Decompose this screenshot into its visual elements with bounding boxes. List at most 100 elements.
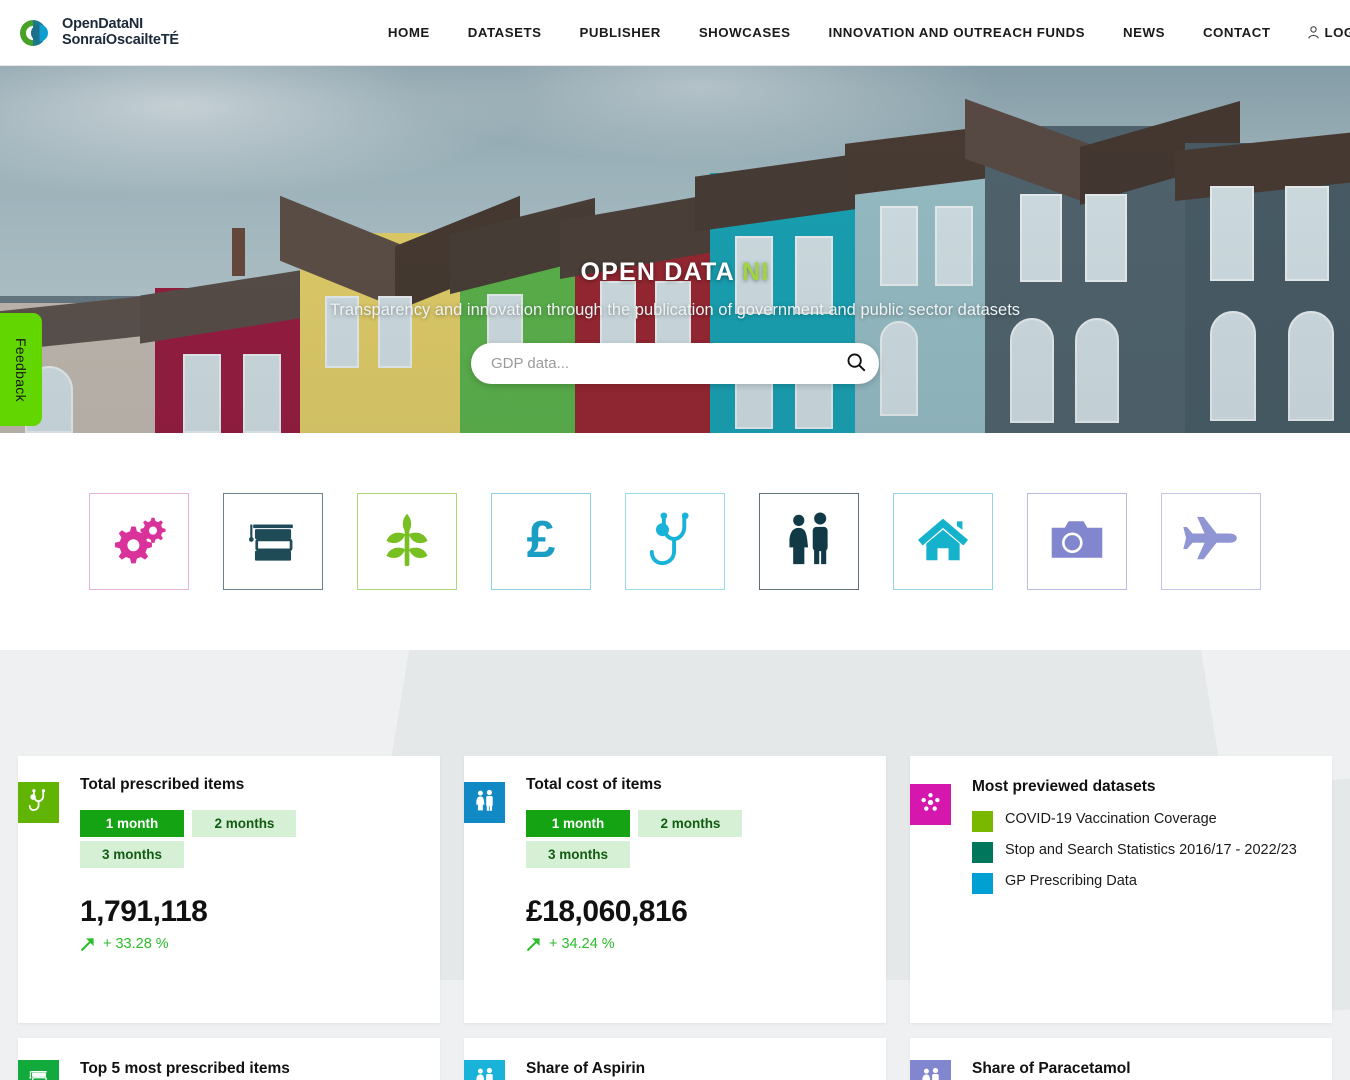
card-title: Top 5 most prescribed items [80, 1060, 290, 1077]
card-metric-delta: + 34.24 % [526, 936, 886, 952]
dashboard-section: Total prescribed items 1 month 2 months … [0, 650, 1350, 1080]
card-title: Most previewed datasets [972, 778, 1156, 795]
nav-showcases[interactable]: SHOWCASES [680, 25, 810, 40]
category-transport[interactable] [1161, 493, 1261, 590]
legend-label: COVID-19 Vaccination Coverage [1005, 811, 1217, 827]
chip-1-month[interactable]: 1 month [80, 810, 184, 837]
category-health[interactable] [625, 493, 725, 590]
card-badge-people [464, 782, 505, 823]
legend-item[interactable]: GP Prescribing Data [972, 872, 1332, 894]
nav-contact[interactable]: CONTACT [1184, 25, 1290, 40]
pound-icon: £ [519, 510, 563, 571]
category-housing[interactable] [893, 493, 993, 590]
nav-login[interactable]: LOGIN [1289, 25, 1350, 40]
hero-banner: OPEN DATA NI Transparency and innovation… [0, 66, 1350, 433]
search-input[interactable] [471, 354, 833, 372]
chip-3-months[interactable]: 3 months [526, 841, 630, 868]
nav-news[interactable]: NEWS [1104, 25, 1184, 40]
logo-line-2: SonraíOscailteTÉ [62, 31, 179, 48]
category-environment[interactable] [357, 493, 457, 590]
hero-title-accent: NI [742, 258, 770, 286]
card-title: Share of Paracetamol [972, 1060, 1131, 1077]
opendatani-logo-icon [18, 16, 54, 50]
feedback-tab-label: Feedback [13, 337, 29, 402]
card-share-of-aspirin: Share of Aspirin [464, 1038, 886, 1080]
legend-swatch [972, 842, 993, 863]
card-badge-stethoscope [18, 782, 59, 823]
dashboard-row-1: Total prescribed items 1 month 2 months … [18, 756, 1332, 1023]
period-selector: 1 month 2 months 3 months [80, 810, 305, 872]
hero-subtitle: Transparency and innovation through the … [329, 301, 1021, 319]
books-icon [28, 1068, 50, 1080]
main-nav: HOME DATASETS PUBLISHER SHOWCASES INNOVA… [369, 25, 1350, 40]
card-badge-dataset-hub [910, 784, 951, 825]
card-delta-label: + 34.24 % [549, 936, 615, 952]
card-delta-label: + 33.28 % [103, 936, 169, 952]
stethoscope-icon [28, 788, 50, 817]
legend-swatch [972, 873, 993, 894]
arrow-up-right-icon [526, 937, 541, 952]
site-logo[interactable]: OpenDataNI SonraíOscailteTÉ [18, 16, 179, 50]
card-metric-delta: + 33.28 % [80, 936, 440, 952]
top-navigation-bar: OpenDataNI SonraíOscailteTÉ HOME DATASET… [0, 0, 1350, 66]
card-badge-books [18, 1060, 59, 1080]
legend-swatch [972, 811, 993, 832]
category-icons-row: £ [0, 433, 1350, 650]
camera-icon [1048, 516, 1106, 567]
search-icon [846, 352, 866, 375]
card-top-5-most-prescribed-items: Top 5 most prescribed items [18, 1038, 440, 1080]
card-metric-value: 1,791,118 [80, 895, 208, 928]
gears-icon [110, 511, 168, 572]
card-title: Total prescribed items [80, 776, 245, 793]
dataset-legend: COVID-19 Vaccination Coverage Stop and S… [972, 810, 1332, 894]
legend-label: GP Prescribing Data [1005, 873, 1137, 889]
chip-2-months[interactable]: 2 months [638, 810, 743, 837]
plane-icon [1181, 515, 1241, 568]
card-title: Total cost of items [526, 776, 662, 793]
legend-label: Stop and Search Statistics 2016/17 - 202… [1005, 842, 1297, 858]
logo-wordmark: OpenDataNI SonraíOscailteTÉ [62, 16, 179, 48]
category-education[interactable] [223, 493, 323, 590]
nav-login-label: LOGIN [1324, 25, 1350, 40]
card-badge-people [910, 1060, 951, 1080]
hero-content: OPEN DATA NI Transparency and innovation… [0, 258, 1350, 384]
card-total-cost-of-items: Total cost of items 1 month 2 months 3 m… [464, 756, 886, 1023]
period-selector: 1 month 2 months 3 months [526, 810, 751, 872]
card-title: Share of Aspirin [526, 1060, 646, 1077]
nav-datasets[interactable]: DATASETS [449, 25, 561, 40]
category-population[interactable] [759, 493, 859, 590]
category-economy[interactable]: £ [491, 493, 591, 590]
logo-line-1: OpenDataNI [62, 16, 143, 33]
search-button[interactable] [833, 343, 879, 384]
card-badge-people [464, 1060, 505, 1080]
nav-innovation-and-outreach-funds[interactable]: INNOVATION AND OUTREACH FUNDS [810, 25, 1105, 40]
hero-search-bar [471, 342, 879, 384]
hero-title: OPEN DATA NI [0, 258, 1350, 287]
house-icon [914, 514, 972, 569]
person-icon [1308, 26, 1320, 39]
feedback-tab[interactable]: Feedback [0, 313, 42, 426]
legend-item[interactable]: Stop and Search Statistics 2016/17 - 202… [972, 841, 1332, 863]
hero-title-main: OPEN DATA [580, 258, 734, 286]
dashboard-row-2: Top 5 most prescribed items Share of Asp… [18, 1038, 1332, 1080]
stethoscope-icon [649, 510, 701, 573]
arrow-up-right-icon [80, 937, 95, 952]
nav-home[interactable]: HOME [369, 25, 449, 40]
svg-text:£: £ [527, 512, 556, 566]
chip-2-months[interactable]: 2 months [192, 810, 297, 837]
card-total-prescribed-items: Total prescribed items 1 month 2 months … [18, 756, 440, 1023]
people-icon [473, 789, 496, 817]
books-icon [245, 514, 301, 569]
chip-1-month[interactable]: 1 month [526, 810, 630, 837]
people-icon [473, 1067, 496, 1080]
category-culture[interactable] [1027, 493, 1127, 590]
nav-publisher[interactable]: PUBLISHER [560, 25, 679, 40]
card-metric-value: £18,060,816 [526, 895, 688, 928]
category-gears[interactable] [89, 493, 189, 590]
chip-3-months[interactable]: 3 months [80, 841, 184, 868]
people-icon [782, 510, 836, 573]
card-most-previewed-datasets: Most previewed datasets COVID-19 Vaccina… [910, 756, 1332, 1023]
dashboard-cards: Total prescribed items 1 month 2 months … [0, 650, 1350, 1080]
legend-item[interactable]: COVID-19 Vaccination Coverage [972, 810, 1332, 832]
people-icon [919, 1067, 942, 1080]
